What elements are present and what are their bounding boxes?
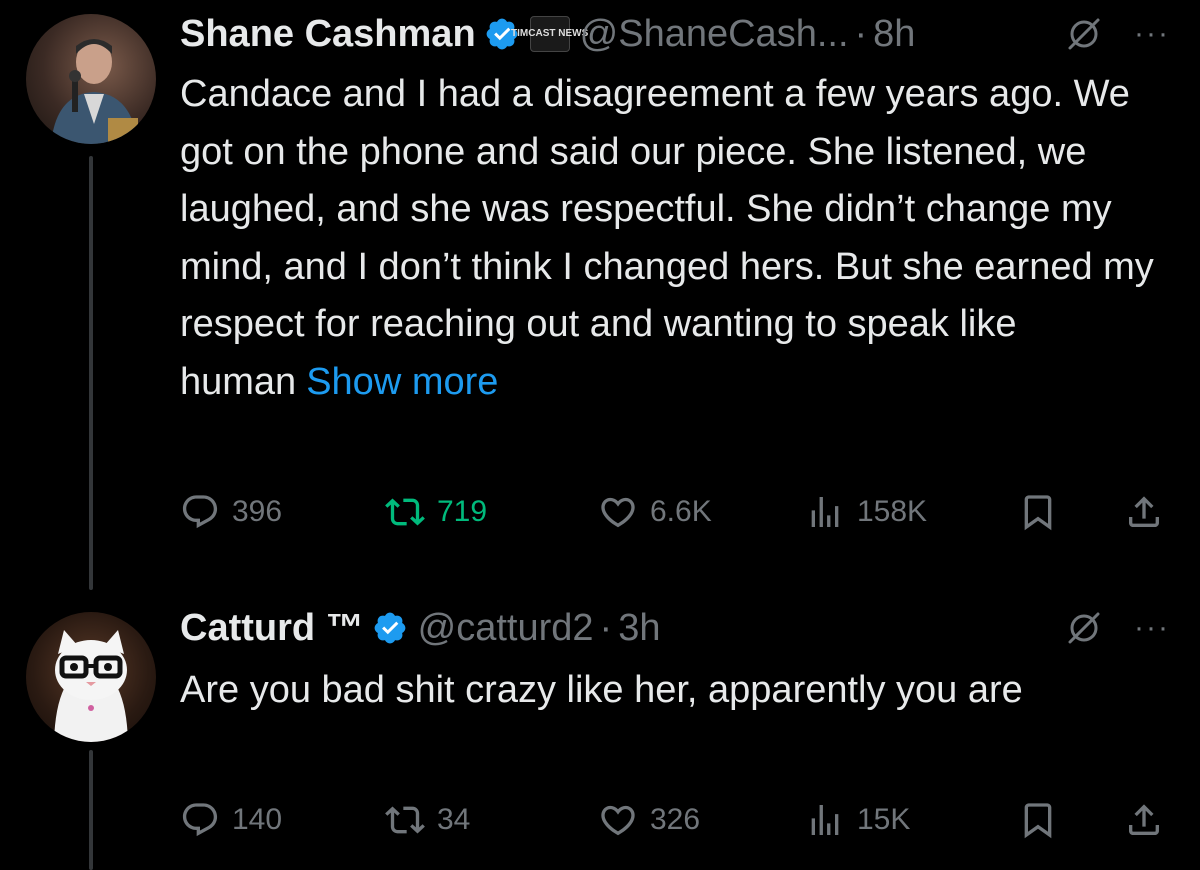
separator-dot: · bbox=[854, 12, 868, 55]
like-button[interactable]: 326 bbox=[598, 800, 700, 840]
header-actions: ··· bbox=[1064, 608, 1170, 648]
reply-icon bbox=[182, 803, 218, 837]
like-count: 6.6K bbox=[650, 495, 712, 528]
tweet-body: Candace and I had a disagreement a few y… bbox=[180, 73, 1154, 403]
avatar[interactable] bbox=[26, 14, 156, 144]
bookmark-icon bbox=[1024, 803, 1052, 839]
views-button[interactable]: 15K bbox=[805, 800, 910, 840]
reply-icon bbox=[182, 495, 218, 529]
timestamp[interactable]: 8h bbox=[873, 13, 915, 56]
views-button[interactable]: 158K bbox=[805, 492, 927, 532]
grok-icon[interactable] bbox=[1064, 608, 1104, 648]
action-bar: 396 719 6.6K 158K bbox=[180, 487, 1170, 537]
repost-count: 719 bbox=[437, 495, 488, 528]
bookmark-button[interactable] bbox=[1018, 492, 1058, 532]
like-count: 326 bbox=[650, 803, 701, 836]
like-icon bbox=[601, 805, 635, 836]
timestamp[interactable]: 3h bbox=[618, 607, 660, 650]
bookmark-icon bbox=[1024, 495, 1052, 531]
tweet-header: Shane Cashman TIMCAST NEWS @ShaneCash...… bbox=[180, 4, 1170, 64]
more-icon[interactable]: ··· bbox=[1134, 19, 1170, 49]
verified-badge-icon[interactable] bbox=[372, 610, 408, 646]
show-more-link[interactable]: Show more bbox=[306, 361, 498, 403]
author-name[interactable]: Shane Cashman bbox=[180, 13, 476, 56]
views-icon bbox=[811, 805, 839, 835]
tweet-text: Are you bad shit crazy like her, apparen… bbox=[180, 662, 1170, 720]
reply-count: 140 bbox=[232, 803, 283, 836]
tweet-header: Catturd ™ @catturd2 · 3h ··· bbox=[180, 598, 1170, 658]
repost-icon bbox=[385, 498, 425, 526]
repost-count: 34 bbox=[437, 803, 471, 836]
author-handle[interactable]: @ShaneCash... bbox=[580, 13, 849, 56]
author-name[interactable]: Catturd ™ bbox=[180, 607, 364, 650]
repost-button[interactable]: 719 bbox=[385, 492, 487, 532]
action-bar: 140 34 326 15K bbox=[180, 795, 1170, 845]
repost-icon bbox=[385, 806, 425, 834]
views-count: 15K bbox=[857, 803, 911, 836]
more-icon[interactable]: ··· bbox=[1134, 613, 1170, 643]
tweet-text: Candace and I had a disagreement a few y… bbox=[180, 66, 1170, 411]
tweet[interactable]: Shane Cashman TIMCAST NEWS @ShaneCash...… bbox=[0, 0, 1200, 590]
share-button[interactable] bbox=[1124, 492, 1164, 532]
avatar[interactable] bbox=[26, 612, 156, 742]
bookmark-button[interactable] bbox=[1018, 800, 1058, 840]
affiliation-badge[interactable]: TIMCAST NEWS bbox=[511, 16, 588, 52]
header-actions: ··· bbox=[1064, 14, 1170, 54]
share-icon bbox=[1129, 496, 1159, 527]
tweet[interactable]: Catturd ™ @catturd2 · 3h ··· Are you bad… bbox=[0, 590, 1200, 870]
author-handle[interactable]: @catturd2 bbox=[418, 607, 594, 650]
grok-icon[interactable] bbox=[1064, 14, 1104, 54]
separator-dot: · bbox=[599, 606, 613, 649]
share-button[interactable] bbox=[1124, 800, 1164, 840]
thread-line bbox=[89, 156, 93, 590]
views-count: 158K bbox=[857, 495, 928, 528]
reply-count: 396 bbox=[232, 495, 283, 528]
views-icon bbox=[811, 497, 839, 527]
like-icon bbox=[601, 497, 635, 528]
reply-button[interactable]: 140 bbox=[180, 800, 282, 840]
thread-line bbox=[89, 750, 93, 870]
share-icon bbox=[1129, 804, 1159, 835]
repost-button[interactable]: 34 bbox=[385, 800, 470, 840]
like-button[interactable]: 6.6K bbox=[598, 492, 712, 532]
tweet-body: Are you bad shit crazy like her, apparen… bbox=[180, 669, 1023, 711]
reply-button[interactable]: 396 bbox=[180, 492, 282, 532]
